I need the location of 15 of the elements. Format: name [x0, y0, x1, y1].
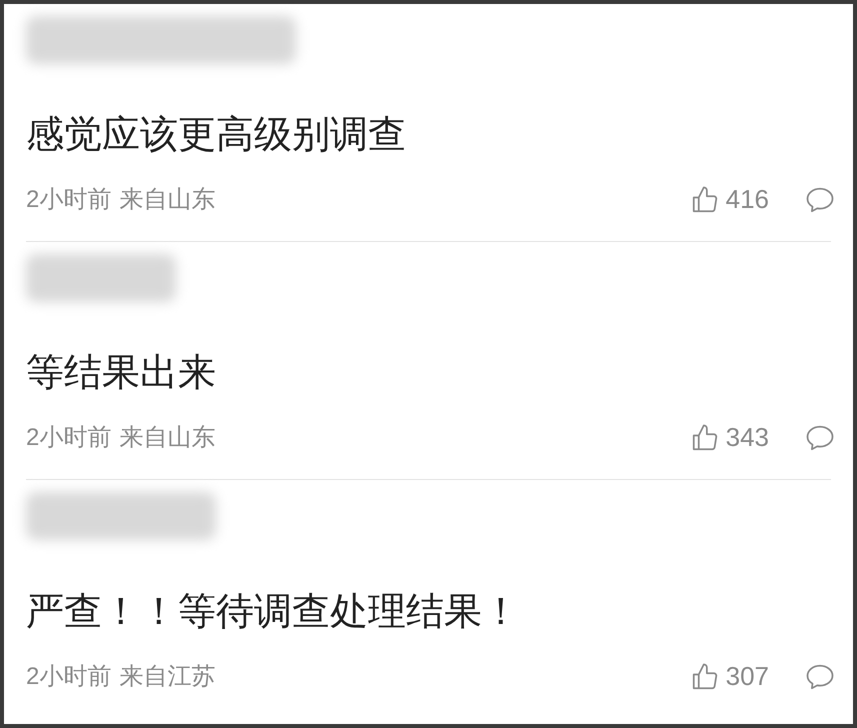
comment-time: 2小时前 — [26, 662, 112, 692]
comment-time: 2小时前 — [26, 184, 112, 214]
comment-location: 来自江苏 — [119, 662, 216, 692]
comment-icon[interactable] — [805, 662, 835, 690]
comment-location: 来自山东 — [119, 422, 216, 452]
comment-icon[interactable] — [805, 424, 835, 452]
like-count: 416 — [726, 183, 769, 216]
comment-icon[interactable] — [805, 186, 835, 214]
comment-location: 来自山东 — [119, 184, 216, 214]
like-count: 307 — [726, 660, 769, 693]
comment-text: 严查！！等待调查处理结果！ — [26, 590, 521, 635]
like-count: 343 — [726, 421, 769, 454]
comment-text: 等结果出来 — [26, 351, 217, 396]
comment-text: 感觉应该更高级别调查 — [26, 113, 407, 158]
comment-time: 2小时前 — [26, 422, 112, 452]
